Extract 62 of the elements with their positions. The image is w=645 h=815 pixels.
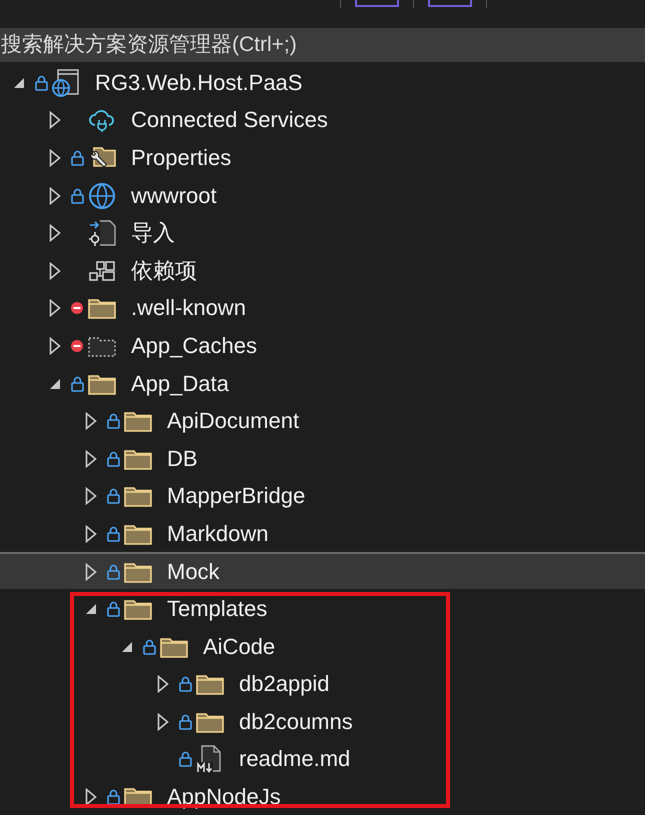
tree-item[interactable]: Mock bbox=[0, 552, 645, 590]
tree-item[interactable]: App_Data bbox=[0, 364, 645, 402]
tree-item[interactable]: RG3.Web.Host.PaaS bbox=[0, 63, 645, 101]
tree-item[interactable]: 依赖项 bbox=[0, 250, 645, 289]
expanded-arrow-icon[interactable] bbox=[12, 76, 26, 90]
tree-item[interactable]: .well-known bbox=[0, 288, 645, 326]
collapsed-arrow-icon[interactable] bbox=[49, 262, 61, 280]
expanded-arrow-icon[interactable] bbox=[120, 640, 134, 654]
item-label: wwwroot bbox=[131, 182, 217, 209]
item-label: MapperBridge bbox=[167, 483, 306, 510]
search-field[interactable]: 搜索解决方案资源管理器(Ctrl+;) bbox=[0, 28, 645, 62]
collapsed-arrow-icon[interactable] bbox=[49, 336, 61, 355]
item-label: Templates bbox=[167, 596, 268, 622]
expanded-arrow-icon[interactable] bbox=[48, 376, 62, 391]
tree-item[interactable]: Templates bbox=[0, 589, 645, 627]
tree-item[interactable]: MapperBridge bbox=[0, 476, 645, 514]
tree-item[interactable]: Properties bbox=[0, 138, 645, 176]
toolbar-button[interactable] bbox=[355, 0, 399, 7]
tree-item[interactable]: DB bbox=[0, 438, 645, 477]
item-label: AiCode bbox=[203, 634, 276, 660]
item-label: Markdown bbox=[167, 520, 268, 547]
collapsed-arrow-icon[interactable] bbox=[49, 186, 61, 205]
tree-item[interactable]: ApiDocument bbox=[0, 401, 645, 439]
item-label: AppNodeJs bbox=[167, 784, 281, 810]
collapsed-arrow-icon[interactable] bbox=[49, 111, 61, 130]
collapsed-arrow-icon[interactable] bbox=[49, 148, 61, 167]
collapsed-arrow-icon[interactable] bbox=[85, 487, 97, 506]
item-label: 依赖项 bbox=[131, 256, 197, 285]
tree-item[interactable]: db2coumns bbox=[0, 702, 645, 740]
collapsed-arrow-icon[interactable] bbox=[49, 224, 61, 242]
item-label: Connected Services bbox=[131, 107, 328, 134]
tree-item[interactable]: AiCode bbox=[0, 626, 645, 664]
collapsed-arrow-icon[interactable] bbox=[85, 524, 97, 543]
tree-item[interactable]: App_Caches bbox=[0, 326, 645, 364]
collapsed-arrow-icon[interactable] bbox=[85, 562, 97, 581]
item-label: DB bbox=[167, 446, 198, 472]
tree-item[interactable]: wwwroot bbox=[0, 176, 645, 214]
tree-item[interactable]: AppNodeJs bbox=[0, 777, 645, 815]
item-label: ApiDocument bbox=[167, 408, 300, 434]
item-label: db2coumns bbox=[239, 708, 353, 735]
item-label: App_Caches bbox=[131, 332, 257, 359]
collapsed-arrow-icon[interactable] bbox=[85, 412, 97, 430]
item-label: Properties bbox=[131, 144, 232, 171]
collapsed-arrow-icon[interactable] bbox=[157, 675, 169, 694]
tree-item[interactable]: db2appid bbox=[0, 664, 645, 702]
item-label: db2appid bbox=[239, 671, 330, 698]
expanded-arrow-icon[interactable] bbox=[84, 602, 98, 616]
collapsed-arrow-icon[interactable] bbox=[85, 450, 97, 468]
tree-item[interactable]: Connected Services bbox=[0, 100, 645, 138]
tree-item[interactable]: readme.md bbox=[0, 740, 645, 778]
collapsed-arrow-icon[interactable] bbox=[49, 299, 61, 318]
collapsed-arrow-icon[interactable] bbox=[157, 712, 169, 731]
item-label: 导入 bbox=[131, 219, 175, 248]
collapsed-arrow-icon[interactable] bbox=[85, 788, 97, 806]
item-label: App_Data bbox=[131, 370, 229, 397]
tree-item[interactable]: Markdown bbox=[0, 514, 645, 552]
item-label: readme.md bbox=[239, 746, 350, 772]
tree-item[interactable]: 导入 bbox=[0, 213, 645, 251]
toolbar-button[interactable] bbox=[428, 0, 472, 7]
item-label: RG3.Web.Host.PaaS bbox=[95, 70, 302, 96]
item-label: .well-known bbox=[131, 295, 246, 322]
item-label: Mock bbox=[167, 558, 220, 585]
